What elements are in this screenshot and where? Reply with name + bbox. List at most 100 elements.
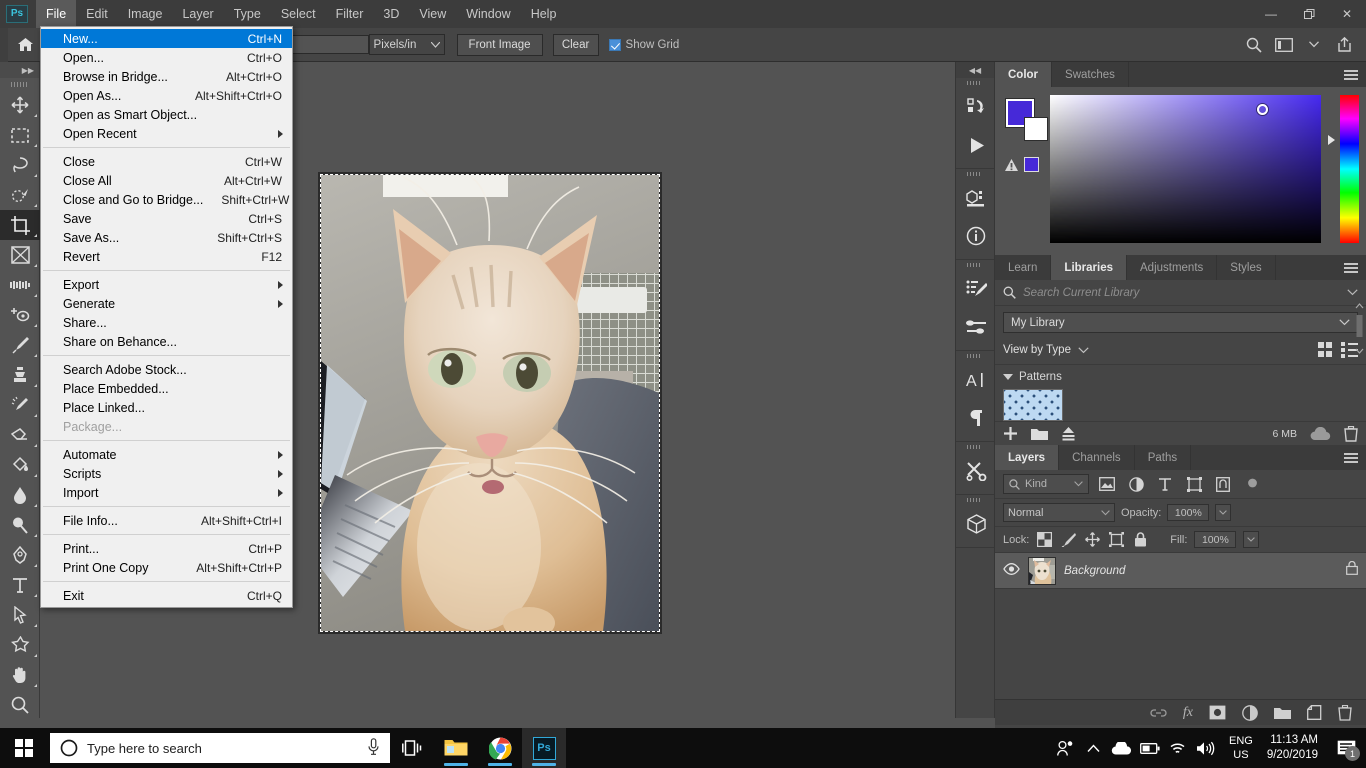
menu-item-scripts[interactable]: Scripts — [41, 464, 292, 483]
hand-tool[interactable] — [0, 660, 40, 690]
menu-file[interactable]: File — [36, 0, 77, 28]
onedrive-icon[interactable] — [1109, 728, 1135, 768]
blend-mode-select[interactable]: Normal — [1003, 503, 1115, 522]
cube-icon[interactable] — [956, 505, 996, 543]
properties-icon[interactable] — [956, 179, 996, 217]
new-group-icon[interactable] — [1274, 706, 1291, 720]
menu-help[interactable]: Help — [521, 0, 567, 28]
rectangular-marquee-tool[interactable] — [0, 120, 40, 150]
tab-channels[interactable]: Channels — [1059, 445, 1135, 470]
new-layer-icon[interactable] — [1307, 705, 1322, 720]
menu-view[interactable]: View — [409, 0, 456, 28]
menu-item-print[interactable]: Print... Ctrl+P — [41, 539, 292, 558]
tab-learn[interactable]: Learn — [995, 255, 1052, 280]
lasso-tool[interactable] — [0, 150, 40, 180]
tools-scissors-icon[interactable] — [956, 452, 996, 490]
tab-color[interactable]: Color — [995, 62, 1053, 87]
blur-tool[interactable] — [0, 480, 40, 510]
layer-visibility-eye-icon[interactable] — [1003, 562, 1020, 580]
lock-all-icon[interactable] — [1132, 531, 1149, 548]
menu-item-exit[interactable]: Exit Ctrl+Q — [41, 586, 292, 605]
library-section-patterns[interactable]: Patterns — [995, 365, 1366, 385]
menu-item-save-as[interactable]: Save As... Shift+Ctrl+S — [41, 228, 292, 247]
menu-item-search-adobe-stock[interactable]: Search Adobe Stock... — [41, 360, 292, 379]
frame-tool[interactable] — [0, 240, 40, 270]
show-hidden-icons-icon[interactable] — [1081, 728, 1107, 768]
menu-type[interactable]: Type — [224, 0, 271, 28]
library-search-row[interactable] — [995, 280, 1366, 306]
toggle-filter-icon[interactable] — [1241, 474, 1263, 494]
history-brush-tool[interactable] — [0, 390, 40, 420]
gamut-safe-swatch[interactable] — [1024, 157, 1039, 172]
menu-item-share-on-behance[interactable]: Share on Behance... — [41, 332, 292, 351]
battery-icon[interactable] — [1137, 728, 1163, 768]
options-bar-grip[interactable] — [0, 27, 8, 62]
play-icon[interactable] — [956, 126, 996, 164]
menu-item-import[interactable]: Import — [41, 483, 292, 502]
color-spectrum-field[interactable] — [1049, 95, 1322, 243]
background-color-swatch[interactable] — [1024, 117, 1048, 141]
eyedropper-tool[interactable] — [0, 270, 40, 300]
chevron-down-icon[interactable] — [1078, 346, 1089, 354]
show-grid-checkbox[interactable] — [608, 38, 621, 51]
info-circle-icon[interactable] — [956, 217, 996, 255]
shape-filter-icon[interactable] — [1183, 474, 1205, 494]
lock-artboard-icon[interactable] — [1108, 531, 1125, 548]
add-icon[interactable] — [1003, 426, 1018, 441]
layer-thumbnail[interactable] — [1028, 556, 1056, 585]
menu-item-open-recent[interactable]: Open Recent — [41, 124, 292, 143]
eraser-tool[interactable] — [0, 420, 40, 450]
adjustment-filter-icon[interactable] — [1125, 474, 1147, 494]
resolution-field[interactable] — [280, 35, 369, 54]
tab-libraries[interactable]: Libraries — [1051, 255, 1127, 280]
document-canvas[interactable] — [318, 172, 662, 634]
menu-item-file-info[interactable]: File Info... Alt+Shift+Ctrl+I — [41, 511, 292, 530]
menu-item-export[interactable]: Export — [41, 275, 292, 294]
google-chrome-icon[interactable] — [478, 728, 522, 768]
color-panel-menu-icon[interactable] — [1344, 62, 1358, 87]
upload-icon[interactable] — [1061, 426, 1076, 441]
lock-transparent-icon[interactable] — [1036, 531, 1053, 548]
menu-window[interactable]: Window — [456, 0, 520, 28]
pen-tool[interactable] — [0, 540, 40, 570]
taskbar-search-box[interactable]: Type here to search — [50, 733, 390, 763]
rail-grip[interactable] — [956, 495, 994, 505]
home-icon[interactable] — [8, 28, 42, 62]
cloud-icon[interactable] — [1310, 426, 1331, 441]
hue-slider-pointer[interactable] — [1328, 135, 1336, 145]
search-icon[interactable] — [1240, 31, 1268, 59]
menu-item-revert[interactable]: Revert F12 — [41, 247, 292, 266]
spot-healing-brush-tool[interactable] — [0, 300, 40, 330]
grid-view-icon[interactable] — [1318, 342, 1332, 358]
menu-item-close-all[interactable]: Close All Alt+Ctrl+W — [41, 171, 292, 190]
close-button[interactable]: ✕ — [1328, 0, 1366, 28]
menu-item-place-linked[interactable]: Place Linked... — [41, 398, 292, 417]
menu-item-place-embedded[interactable]: Place Embedded... — [41, 379, 292, 398]
rail-grip[interactable] — [956, 260, 994, 270]
gamut-warning-group[interactable] — [1004, 157, 1039, 172]
brush-settings-icon[interactable] — [956, 270, 996, 308]
adjustment-layer-icon[interactable] — [1242, 704, 1258, 721]
fill-dropdown-icon[interactable] — [1243, 531, 1260, 548]
toolbar-collapse-button[interactable]: ▶▶ — [0, 62, 39, 78]
minimize-button[interactable]: — — [1252, 0, 1290, 28]
brush-presets-icon[interactable] — [956, 308, 996, 346]
task-view-icon[interactable] — [390, 728, 434, 768]
crop-tool[interactable] — [0, 210, 40, 240]
path-selection-tool[interactable] — [0, 600, 40, 630]
clear-button[interactable]: Clear — [552, 33, 599, 56]
opacity-value[interactable]: 100% — [1167, 504, 1210, 521]
menu-filter[interactable]: Filter — [326, 0, 374, 28]
microphone-icon[interactable] — [367, 738, 380, 758]
library-pattern-thumbnail[interactable] — [1003, 389, 1063, 421]
image-filter-icon[interactable] — [1096, 474, 1118, 494]
menu-item-share[interactable]: Share... — [41, 313, 292, 332]
custom-shape-tool[interactable] — [0, 630, 40, 660]
taskbar-clock[interactable]: 11:13 AM 9/20/2019 — [1263, 733, 1328, 763]
volume-icon[interactable] — [1193, 728, 1219, 768]
share-icon[interactable] — [1330, 31, 1358, 59]
workspace-icon[interactable] — [1270, 31, 1298, 59]
brush-tool[interactable] — [0, 330, 40, 360]
color-picker-cursor[interactable] — [1256, 104, 1268, 115]
toolbar-grip[interactable] — [0, 78, 39, 90]
